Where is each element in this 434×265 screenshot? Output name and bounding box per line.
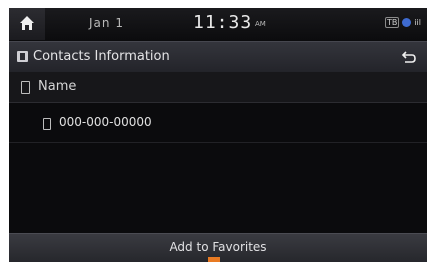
contact-card-icon [21, 81, 30, 94]
signal-icon: iil [414, 18, 421, 27]
contacts-icon [17, 51, 28, 62]
status-bar: Jan 1 11:33 AM TB iil [9, 8, 427, 40]
status-icons: TB iil [384, 17, 421, 28]
title-bar: Contacts Information [9, 41, 427, 72]
status-date: Jan 1 [89, 16, 124, 30]
add-to-favorites-button[interactable]: Add to Favorites [9, 233, 427, 262]
head-unit-display: Jan 1 11:33 AM TB iil Contacts Informati… [9, 8, 427, 262]
screen: Jan 1 11:33 AM TB iil Contacts Informati… [0, 0, 434, 265]
tb-badge-icon: TB [384, 17, 400, 28]
back-button[interactable] [391, 42, 427, 72]
status-time: 11:33 [193, 12, 253, 33]
status-ampm: AM [255, 20, 266, 28]
contact-name-row: Name [9, 72, 427, 103]
page-title: Contacts Information [33, 49, 170, 64]
phone-number: 000-000-00000 [59, 115, 152, 129]
add-to-favorites-label: Add to Favorites [169, 240, 267, 254]
home-button[interactable] [9, 8, 45, 40]
phone-icon [43, 118, 51, 130]
contact-name: Name [38, 79, 77, 94]
phone-number-row[interactable]: 000-000-00000 [9, 104, 427, 143]
back-arrow-icon [401, 51, 416, 63]
home-icon [20, 16, 34, 30]
bluetooth-icon [402, 18, 412, 27]
favorites-indicator [208, 257, 220, 262]
